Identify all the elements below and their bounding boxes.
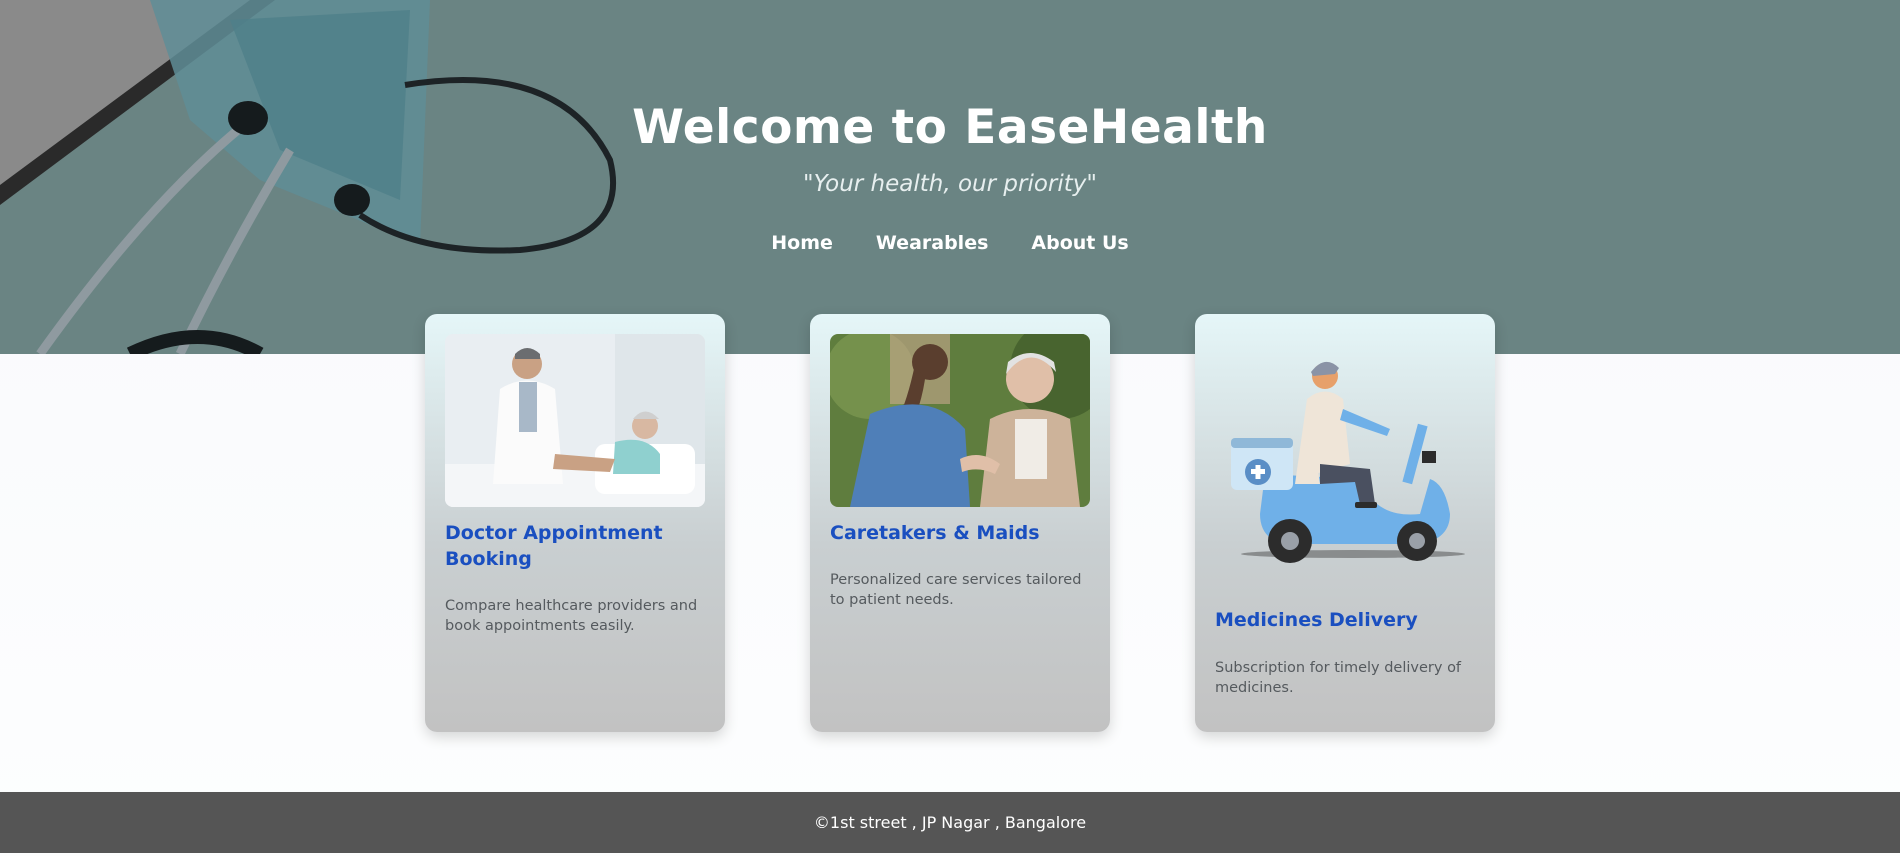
- footer-address: ©1st street , JP Nagar , Bangalore: [813, 813, 1087, 832]
- card-description: Subscription for timely delivery of medi…: [1215, 660, 1462, 696]
- doctor-with-patient-image: [445, 334, 705, 507]
- service-card-doctor-appointment[interactable]: Doctor Appointment Booking Compare healt…: [425, 314, 725, 732]
- delivery-scooter-illustration: [1225, 354, 1465, 574]
- card-title: Caretakers & Maids: [830, 522, 1040, 544]
- page-title: Welcome to EaseHealth: [632, 100, 1268, 155]
- card-description: Personalized care services tailored to p…: [830, 572, 1082, 608]
- nav-link-about-us[interactable]: About Us: [1027, 230, 1132, 256]
- nav-link-home[interactable]: Home: [767, 230, 837, 256]
- service-card-caretakers[interactable]: Caretakers & Maids Personalized care ser…: [810, 314, 1110, 732]
- card-title: Medicines Delivery: [1215, 609, 1418, 631]
- nav-link-wearables[interactable]: Wearables: [872, 230, 993, 256]
- hero-banner: Welcome to EaseHealth "Your health, our …: [0, 0, 1900, 354]
- card-description: Compare healthcare providers and book ap…: [445, 598, 698, 634]
- footer: ©1st street , JP Nagar , Bangalore: [0, 792, 1900, 853]
- caretaker-with-elderly-woman-image: [830, 334, 1090, 507]
- card-title: Doctor Appointment Booking: [445, 522, 663, 570]
- tagline: "Your health, our priority": [803, 171, 1097, 197]
- main-nav: Home Wearables About Us: [0, 230, 1900, 256]
- service-card-medicines-delivery[interactable]: Medicines Delivery Subscription for time…: [1195, 314, 1495, 732]
